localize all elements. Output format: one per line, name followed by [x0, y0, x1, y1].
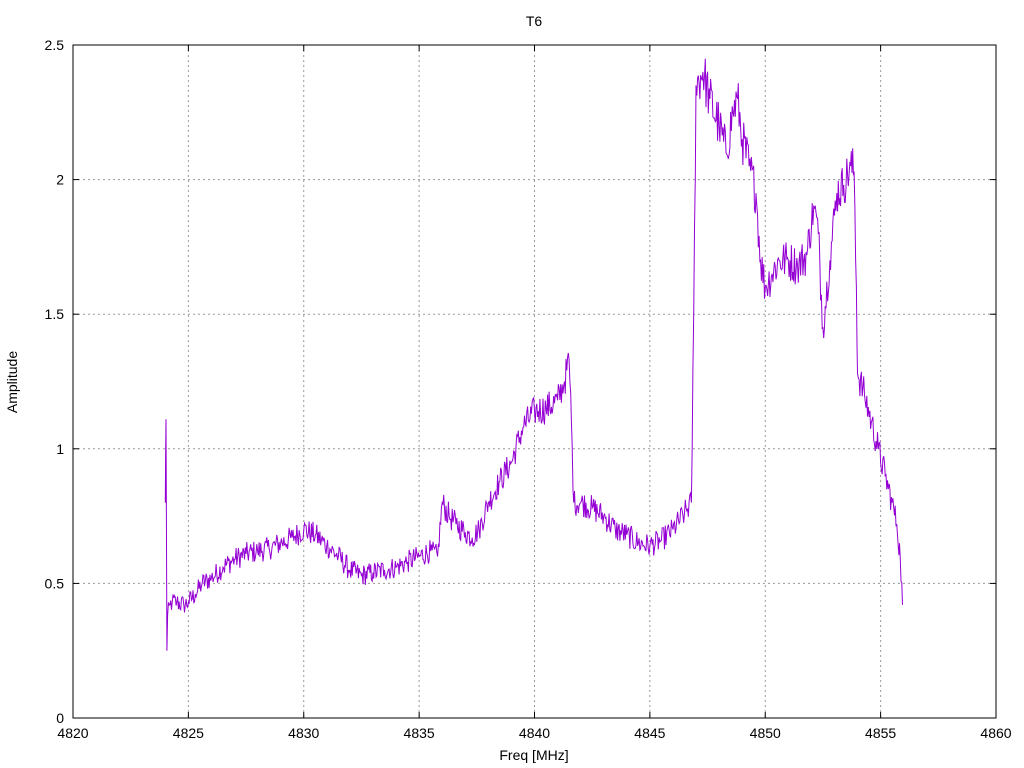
x-tick-label: 4835	[404, 725, 435, 741]
y-tick-label: 2.5	[45, 37, 65, 53]
x-tick-label: 4855	[865, 725, 896, 741]
x-tick-label: 4860	[980, 725, 1011, 741]
y-tick-label: 0	[56, 710, 64, 726]
ticks: 4820 4825 4830 4835 4840 4845 4850 4855 4860 0 0.5…	[45, 37, 1012, 741]
x-tick-label: 4850	[750, 725, 781, 741]
x-axis-label: Freq [MHz]	[499, 747, 568, 763]
y-tick-label: 1.5	[45, 306, 65, 322]
y-tick-label: 1	[56, 441, 64, 457]
y-tick-label: 2	[56, 172, 64, 188]
chart: 4820 4825 4830 4835 4840 4845 4850 4855 4860 0 0.5…	[4, 13, 1012, 763]
y-axis-label: Amplitude	[4, 351, 20, 413]
x-tick-label: 4830	[288, 725, 319, 741]
chart-title: T6	[526, 13, 543, 29]
x-tick-label: 4840	[519, 725, 550, 741]
grid	[73, 45, 996, 718]
x-tick-label: 4820	[57, 725, 88, 741]
x-tick-label: 4825	[173, 725, 204, 741]
series-line	[164, 58, 903, 651]
x-tick-label: 4845	[634, 725, 665, 741]
y-tick-label: 0.5	[45, 575, 65, 591]
series	[164, 58, 903, 651]
